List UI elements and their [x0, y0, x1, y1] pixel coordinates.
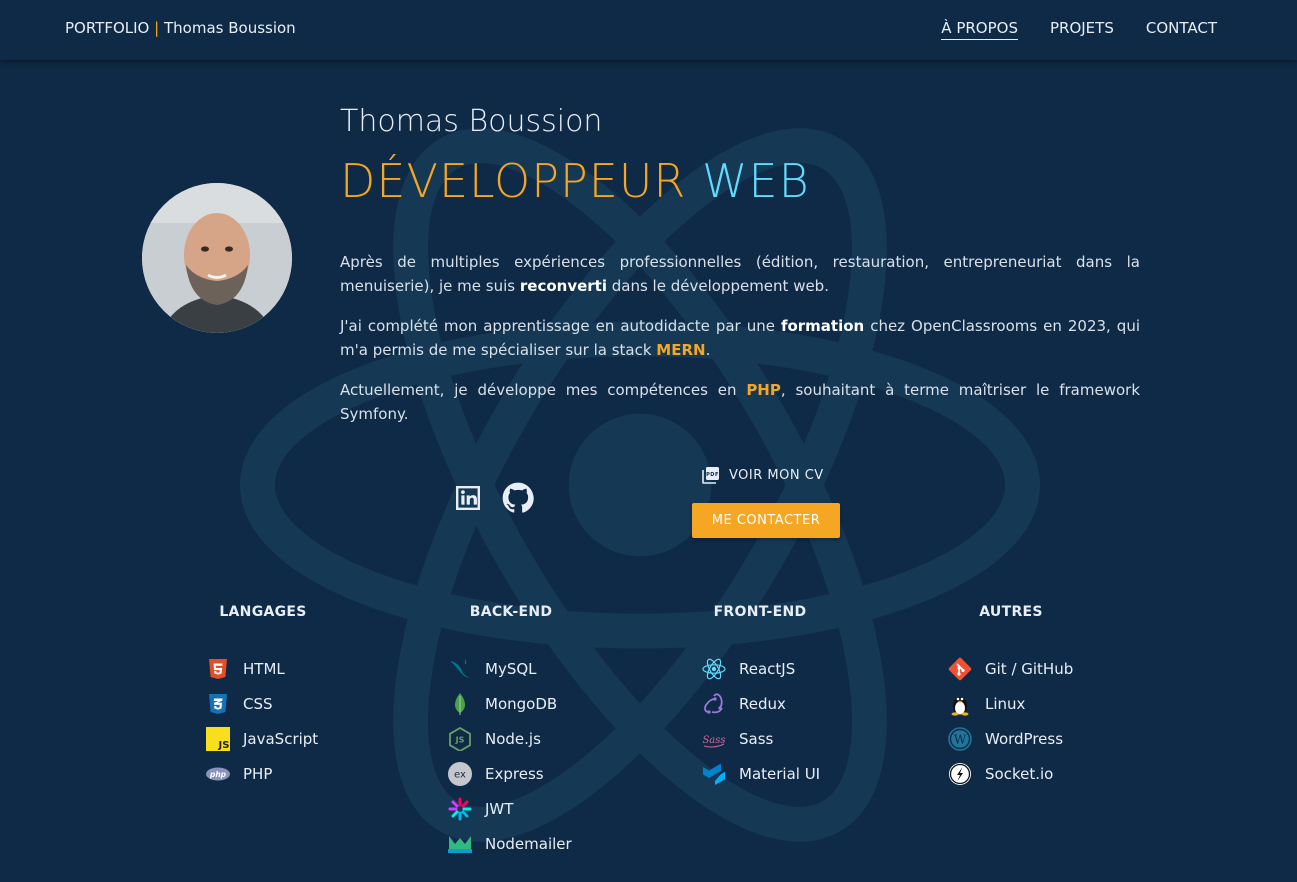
skill-item: MongoDB [448, 686, 631, 721]
skills-langages-title: LANGAGES [219, 604, 307, 620]
svg-text:php: php [209, 769, 227, 778]
skill-item: Git / GitHub [948, 651, 1131, 686]
nodejs-icon: JS [448, 726, 472, 751]
nav-link-contact[interactable]: CONTACT [1146, 19, 1217, 40]
svg-text:JS: JS [218, 740, 230, 751]
skill-item: MySQL [448, 651, 631, 686]
brand-prefix: PORTFOLIO [65, 19, 150, 37]
intro-paragraph-2: J'ai complété mon apprentissage en autod… [340, 317, 1141, 359]
skills-langages: LANGAGES HTML CSS JS JavaScript php PHP [143, 604, 383, 791]
hero-title: DÉVELOPPEUR WEB [340, 154, 810, 208]
pdf-icon: PDF [702, 467, 719, 484]
skill-item: Socket.io [948, 756, 1131, 791]
hero-title-part1: DÉVELOPPEUR [340, 154, 687, 208]
main-nav: À PROPOS PROJETS CONTACT [941, 19, 1217, 40]
svg-text:W: W [954, 732, 967, 746]
brand-separator: | [154, 19, 160, 37]
skill-item: php PHP [206, 756, 383, 791]
mongodb-icon [448, 692, 472, 716]
svg-text:ex: ex [454, 769, 466, 780]
skill-item: Nodemailer [448, 826, 631, 861]
linux-tux-icon [948, 692, 972, 716]
profile-avatar [142, 183, 292, 333]
intro-text: Après de multiples expériences professio… [340, 250, 1140, 442]
skill-item: ReactJS [702, 651, 880, 686]
intro-paragraph-1: Après de multiples expériences professio… [340, 253, 1140, 295]
linkedin-icon[interactable] [452, 482, 484, 514]
skills-autres-title: AUTRES [979, 604, 1043, 620]
skill-item: ex Express [448, 756, 631, 791]
brand-name: Thomas Boussion [164, 19, 296, 37]
brand-logo[interactable]: PORTFOLIO | Thomas Boussion [65, 19, 296, 37]
intro-paragraph-3: Actuellement, je développe mes compétenc… [340, 381, 1141, 423]
cv-link[interactable]: PDF VOIR MON CV [702, 466, 824, 484]
wordpress-icon: W [948, 726, 972, 751]
react-icon [702, 657, 726, 681]
skill-item: HTML [206, 651, 383, 686]
css3-icon [206, 692, 230, 716]
cv-label: VOIR MON CV [729, 467, 824, 483]
express-icon: ex [448, 761, 472, 786]
skill-item: Material UI [702, 756, 880, 791]
skills-frontend-title: FRONT-END [713, 604, 807, 620]
hero-name: Thomas Boussion [340, 104, 603, 139]
svg-text:JS: JS [455, 735, 465, 744]
nav-link-a-propos[interactable]: À PROPOS [941, 19, 1018, 40]
material-ui-icon [702, 762, 726, 786]
skill-item: Linux [948, 686, 1131, 721]
skill-item: Sass Sass [702, 721, 880, 756]
github-icon[interactable] [502, 482, 534, 514]
html5-icon [206, 657, 230, 681]
skills-autres: AUTRES Git / GitHub Linux W WordPress So… [891, 604, 1131, 791]
redux-icon [702, 692, 726, 716]
top-navbar: PORTFOLIO | Thomas Boussion À PROPOS PRO… [0, 0, 1297, 60]
nav-link-projets[interactable]: PROJETS [1050, 19, 1114, 40]
socketio-icon [948, 762, 972, 786]
social-links [452, 482, 534, 514]
nodemailer-icon [448, 832, 472, 856]
skill-item: CSS [206, 686, 383, 721]
skills-backend-title: BACK-END [469, 604, 553, 620]
skills-frontend: FRONT-END ReactJS Redux Sass Sass Materi… [640, 604, 880, 791]
skill-item: JS Node.js [448, 721, 631, 756]
git-icon [948, 657, 972, 681]
skill-item: JS JavaScript [206, 721, 383, 756]
skill-item: JWT [448, 791, 631, 826]
skills-backend: BACK-END MySQL MongoDB JS Node.js ex Exp… [391, 604, 631, 861]
sass-icon: Sass [702, 727, 726, 751]
javascript-icon: JS [206, 726, 230, 751]
skill-item: Redux [702, 686, 880, 721]
contact-button[interactable]: ME CONTACTER [692, 503, 840, 538]
mysql-icon [448, 657, 472, 681]
jwt-icon [448, 797, 472, 821]
svg-text:PDF: PDF [706, 472, 719, 478]
skill-item: W WordPress [948, 721, 1131, 756]
hero-title-part2: WEB [702, 154, 810, 208]
php-icon: php [206, 762, 230, 786]
